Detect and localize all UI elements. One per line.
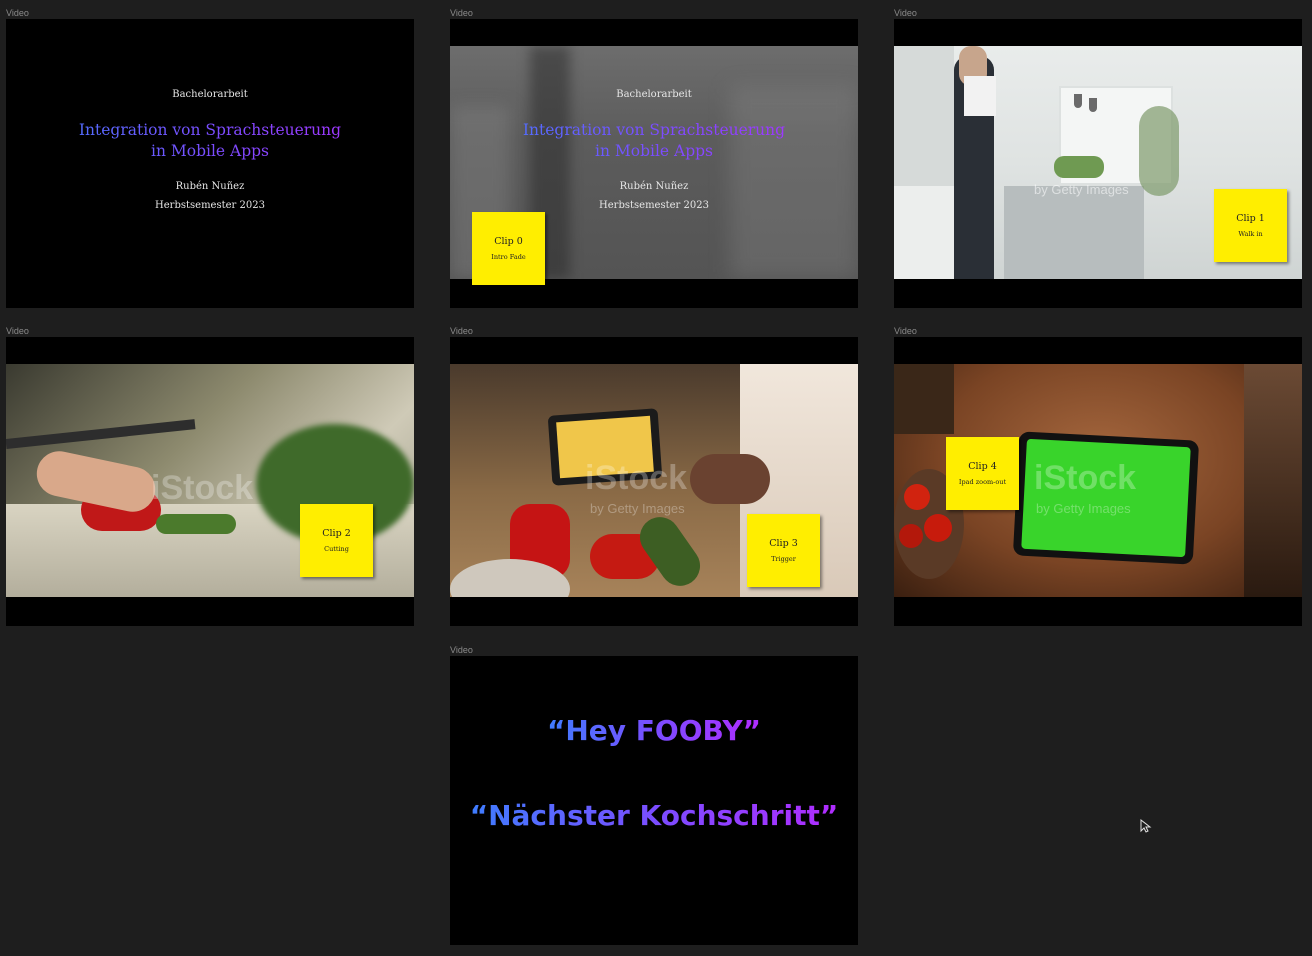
frame-label[interactable]: Video xyxy=(450,326,473,336)
frame-label[interactable]: Video xyxy=(450,8,473,18)
istock-watermark: iStock xyxy=(151,469,254,507)
video-frame-cutting[interactable]: iStock Clip 2 Cutting xyxy=(6,337,414,626)
sticky-clip-label: Clip 4 xyxy=(968,461,997,472)
video-frame-ipad-zoom[interactable]: iStock by Getty Images Clip 4 Ipad zoom-… xyxy=(894,337,1302,626)
frame-label[interactable]: Video xyxy=(6,326,29,336)
slide-kicker: Bachelorarbeit xyxy=(172,89,248,100)
sticky-note-clip-4[interactable]: Clip 4 Ipad zoom-out xyxy=(946,437,1019,510)
istock-watermark: iStock xyxy=(1034,459,1137,497)
video-frame-voice-commands[interactable]: “Hey FOOBY” “Nächster Kochschritt” xyxy=(450,656,858,945)
sticky-note-clip-1[interactable]: Clip 1 Walk in xyxy=(1214,189,1287,262)
frame-label[interactable]: Video xyxy=(450,645,473,655)
sticky-clip-label: Clip 1 xyxy=(1236,213,1265,224)
slide-title-line2: in Mobile Apps xyxy=(450,141,858,162)
mouse-cursor-icon xyxy=(1140,818,1152,838)
video-frame-trigger[interactable]: iStock by Getty Images Clip 3 Trigger xyxy=(450,337,858,626)
slide-title: Integration von Sprachsteuerung in Mobil… xyxy=(6,120,414,162)
slide-semester: Herbstsemester 2023 xyxy=(599,200,709,211)
sticky-clip-desc: Walk in xyxy=(1238,230,1263,238)
slide-title-line1: Integration von Sprachsteuerung xyxy=(450,120,858,141)
slide-author: Rubén Nuñez xyxy=(175,181,245,192)
frame-label[interactable]: Video xyxy=(6,8,29,18)
video-frame-walk-in[interactable]: by Getty Images Clip 1 Walk in xyxy=(894,19,1302,308)
sticky-clip-desc: Ipad zoom-out xyxy=(958,478,1007,486)
getty-watermark: by Getty Images xyxy=(1036,501,1131,516)
video-frame-title[interactable]: Bachelorarbeit Integration von Sprachste… xyxy=(6,19,414,308)
getty-watermark: by Getty Images xyxy=(1034,182,1129,197)
sticky-note-clip-0[interactable]: Clip 0 Intro Fade xyxy=(472,212,545,285)
sticky-note-clip-2[interactable]: Clip 2 Cutting xyxy=(300,504,373,577)
getty-watermark: by Getty Images xyxy=(590,501,685,516)
sticky-clip-label: Clip 3 xyxy=(769,538,798,549)
voice-command-1: “Hey FOOBY” xyxy=(450,714,858,747)
sticky-clip-desc: Trigger xyxy=(771,555,796,563)
sticky-clip-desc: Intro Fade xyxy=(491,253,526,261)
video-frame-intro-fade[interactable]: Bachelorarbeit Integration von Sprachste… xyxy=(450,19,858,308)
slide-kicker: Bachelorarbeit xyxy=(616,89,692,100)
frame-label[interactable]: Video xyxy=(894,8,917,18)
voice-command-2-text: “Nächster Kochschritt” xyxy=(469,799,839,832)
voice-command-2: “Nächster Kochschritt” xyxy=(450,799,858,832)
sticky-clip-label: Clip 0 xyxy=(494,236,523,247)
istock-watermark: iStock xyxy=(585,459,688,497)
slide-title-line2: in Mobile Apps xyxy=(6,141,414,162)
sticky-clip-label: Clip 2 xyxy=(322,528,351,539)
slide-title-line1: Integration von Sprachsteuerung xyxy=(6,120,414,141)
voice-command-1-text: “Hey FOOBY” xyxy=(546,714,762,747)
frame-label[interactable]: Video xyxy=(894,326,917,336)
slide-author: Rubén Nuñez xyxy=(619,181,689,192)
sticky-clip-desc: Cutting xyxy=(324,545,349,553)
slide-semester: Herbstsemester 2023 xyxy=(155,200,265,211)
slide-title: Integration von Sprachsteuerung in Mobil… xyxy=(450,120,858,162)
sticky-note-clip-3[interactable]: Clip 3 Trigger xyxy=(747,514,820,587)
